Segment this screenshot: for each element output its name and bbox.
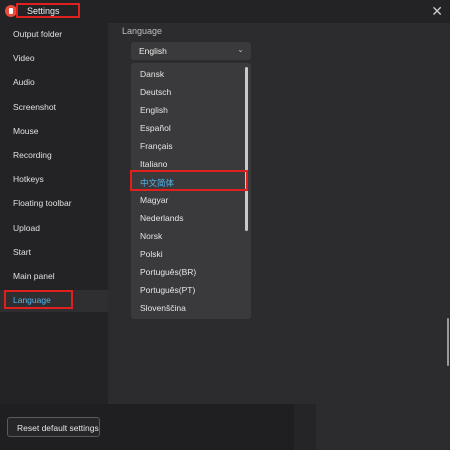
option-label: Polski (140, 249, 163, 259)
sidebar-item-label: Start (13, 247, 31, 257)
language-option-slovenscina[interactable]: Slovenščina (131, 299, 241, 317)
option-label: Español (140, 123, 171, 133)
sidebar-item-label: Screenshot (13, 102, 56, 112)
language-option-portugues-br[interactable]: Português(BR) (131, 263, 241, 281)
close-icon[interactable]: ✕ (431, 3, 443, 19)
sidebar-item-audio[interactable]: Audio (0, 72, 108, 94)
option-label: Magyar (140, 195, 169, 205)
language-option-magyar[interactable]: Magyar (131, 191, 241, 209)
option-label: Português(PT) (140, 285, 196, 295)
sidebar-item-output-folder[interactable]: Output folder (0, 24, 108, 46)
sidebar-item-recording[interactable]: Recording (0, 145, 108, 167)
sidebar-item-floating-toolbar[interactable]: Floating toolbar (0, 193, 108, 215)
sidebar-item-label: Hotkeys (13, 174, 44, 184)
option-label: English (140, 105, 168, 115)
sidebar-item-label: Upload (13, 223, 40, 233)
dropdown-scrollbar[interactable] (245, 67, 248, 231)
footer-divider (294, 404, 316, 450)
language-select-value: English (139, 46, 167, 56)
sidebar-item-label: Audio (13, 77, 35, 87)
language-option-espanol[interactable]: Español (131, 119, 241, 137)
option-label: Deutsch (140, 87, 172, 97)
sidebar-item-hotkeys[interactable]: Hotkeys (0, 169, 108, 191)
option-label: Italiano (140, 159, 168, 169)
sidebar-item-screenshot[interactable]: Screenshot (0, 97, 108, 119)
sidebar-item-start[interactable]: Start (0, 242, 108, 264)
language-option-dansk[interactable]: Dansk (131, 65, 241, 83)
language-option-english[interactable]: English (131, 101, 241, 119)
sidebar-item-label: Floating toolbar (13, 198, 72, 208)
language-option-deutsch[interactable]: Deutsch (131, 83, 241, 101)
option-label: Slovenščina (140, 303, 186, 313)
title-highlight-box (16, 3, 80, 18)
language-option-nederlands[interactable]: Nederlands (131, 209, 241, 227)
option-highlight-box (130, 170, 248, 191)
sidebar-item-label: Output folder (13, 29, 63, 39)
language-highlight-box (4, 290, 73, 309)
chevron-down-icon: ⌄ (237, 45, 244, 54)
language-dropdown-list: Dansk Deutsch English Español Français I… (131, 63, 251, 319)
option-label: Norsk (140, 231, 163, 241)
sidebar-item-label: Video (13, 53, 35, 63)
sidebar-item-video[interactable]: Video (0, 48, 108, 70)
main-scrollbar[interactable] (447, 318, 449, 366)
option-label: Português(BR) (140, 267, 197, 277)
sidebar-item-mouse[interactable]: Mouse (0, 121, 108, 143)
option-label: Nederlands (140, 213, 184, 223)
sidebar-item-label: Recording (13, 150, 52, 160)
sidebar-item-label: Mouse (13, 126, 39, 136)
language-select[interactable]: English ⌄ (131, 42, 251, 60)
sidebar: Output folder Video Audio Screenshot Mou… (0, 23, 108, 404)
reset-button-label: Reset default settings (17, 423, 99, 433)
language-option-francais[interactable]: Français (131, 137, 241, 155)
language-option-polski[interactable]: Polski (131, 245, 241, 263)
sidebar-item-upload[interactable]: Upload (0, 218, 108, 240)
reset-default-settings-button[interactable]: Reset default settings (7, 417, 100, 437)
section-title: Language (122, 26, 163, 36)
sidebar-item-main-panel[interactable]: Main panel (0, 266, 108, 288)
option-label: Français (140, 141, 173, 151)
option-label: Dansk (140, 69, 165, 79)
sidebar-item-label: Main panel (13, 271, 55, 281)
language-option-portugues-pt[interactable]: Português(PT) (131, 281, 241, 299)
language-option-norsk[interactable]: Norsk (131, 227, 241, 245)
